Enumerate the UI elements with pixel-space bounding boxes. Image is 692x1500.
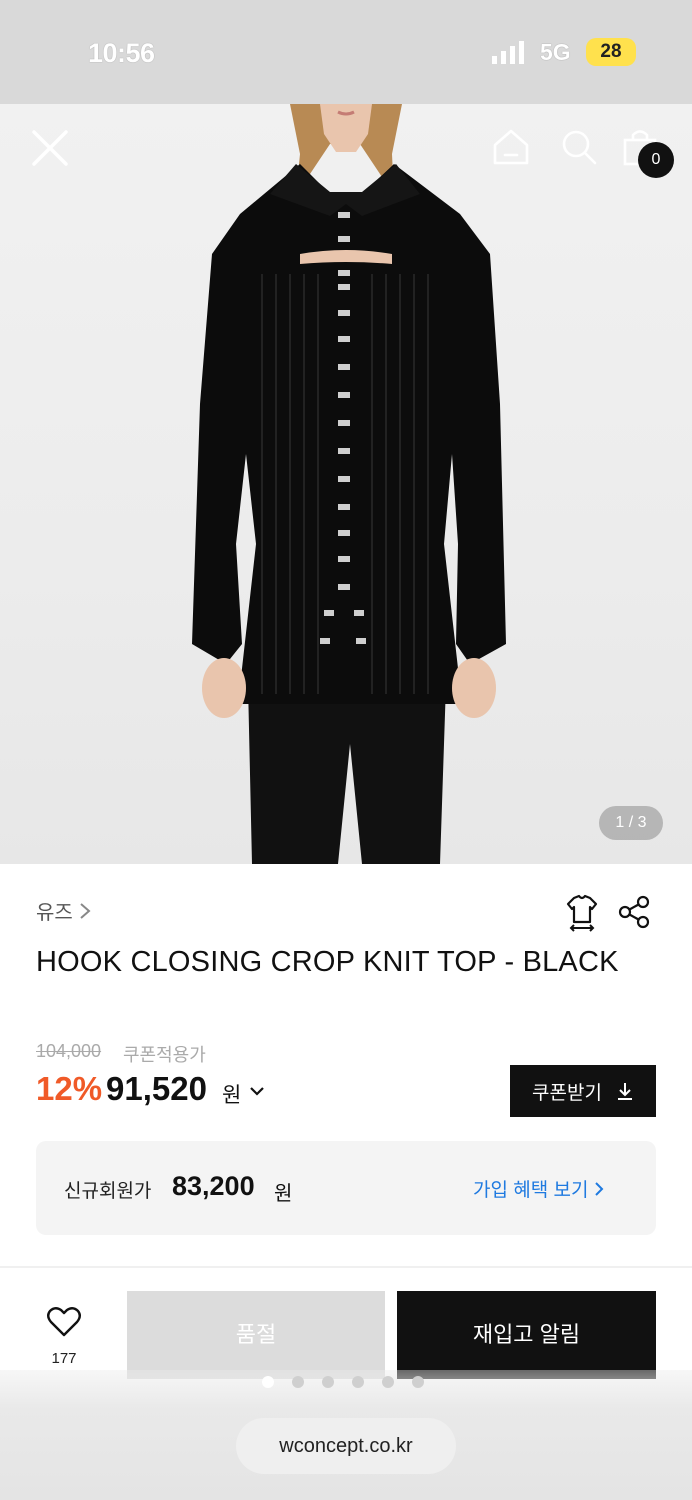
page-dot [292,1376,304,1388]
coupon-download-button[interactable]: 쿠폰받기 [510,1065,656,1117]
join-benefits-link[interactable]: 가입 혜택 보기 [473,1175,604,1202]
size-guide-icon[interactable] [562,892,602,932]
benefit-link-label: 가입 혜택 보기 [473,1180,589,1201]
member-price-label: 신규회원가 [64,1181,152,1202]
page-dot [412,1376,424,1388]
search-icon[interactable] [558,126,600,168]
signal-icon [492,41,524,64]
page-dot [352,1376,364,1388]
soldout-button[interactable]: 품절 [127,1291,385,1379]
tab-page-indicator [262,1376,424,1388]
home-icon[interactable] [490,126,532,168]
brand-name: 유즈 [36,902,73,924]
sale-price: 91,520 [106,1070,207,1107]
product-title: HOOK CLOSING CROP KNIT TOP - BLACK [36,946,619,978]
restock-alert-button[interactable]: 재입고 알림 [397,1291,656,1379]
coupon-price-label: 쿠폰적용가 [123,1045,206,1065]
section-divider [0,1266,692,1268]
chevron-down-icon[interactable] [248,1082,266,1100]
chevron-right-icon [80,902,91,919]
wishlist-count: 177 [51,1350,77,1367]
coupon-button-label: 쿠폰받기 [532,1082,602,1104]
original-price: 104,000 [36,1041,102,1061]
page-dot [382,1376,394,1388]
download-icon [617,1083,632,1100]
close-icon[interactable] [26,124,74,172]
new-member-price-box: 신규회원가 83,200 원 가입 혜택 보기 [36,1141,656,1235]
heart-icon [47,1307,81,1337]
address-bar[interactable]: wconcept.co.kr [236,1418,456,1474]
status-time: 10:56 [88,38,155,68]
product-image-gallery[interactable]: 0 1 / 3 [0,104,692,864]
member-price: 83,200 [172,1171,255,1201]
product-photo [192,104,506,864]
brand-link[interactable]: 유즈 [36,896,91,925]
status-bar: 10:56 5G 28 [0,0,692,104]
page-dot [322,1376,334,1388]
image-counter: 1 / 3 [599,806,663,840]
network-type: 5G [540,39,571,65]
currency-unit: 원 [222,1084,242,1107]
chevron-right-icon [595,1181,604,1196]
member-currency: 원 [274,1183,293,1205]
cart-count-badge[interactable]: 0 [638,142,674,178]
discount-rate: 12% [36,1070,103,1107]
battery-indicator: 28 [586,38,636,66]
page-dot [262,1376,274,1388]
share-icon[interactable] [616,894,652,930]
